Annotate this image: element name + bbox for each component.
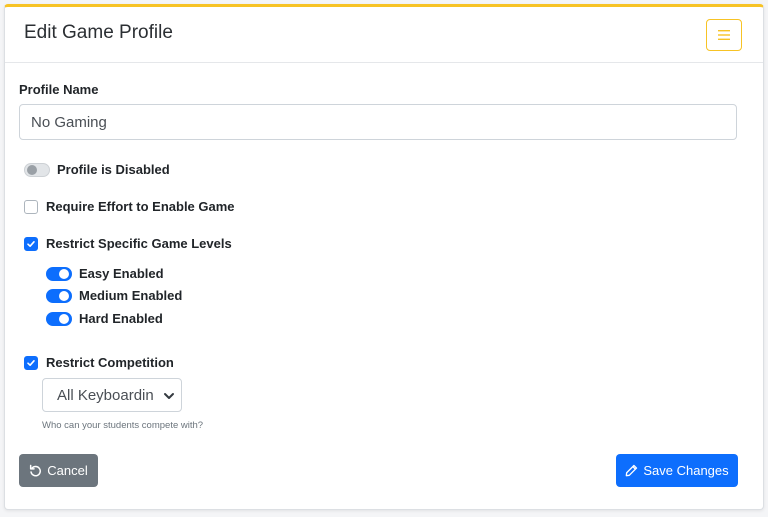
profile-name-label: Profile Name (19, 82, 99, 97)
require-effort-checkbox[interactable] (24, 200, 38, 214)
save-label: Save Changes (643, 463, 729, 478)
card-header: Edit Game Profile (5, 7, 763, 63)
restrict-competition-label: Restrict Competition (46, 355, 174, 370)
medium-label: Medium Enabled (79, 288, 183, 303)
profile-name-input[interactable] (19, 104, 737, 140)
easy-toggle[interactable] (46, 267, 72, 281)
cancel-button[interactable]: Cancel (19, 454, 98, 487)
save-changes-button[interactable]: Save Changes (616, 454, 738, 487)
restrict-levels-label: Restrict Specific Game Levels (46, 236, 232, 251)
undo-icon (30, 464, 42, 477)
competition-select-value: All Keyboardin (57, 386, 154, 404)
edit-profile-card: Edit Game Profile (4, 4, 764, 510)
check-icon (27, 360, 35, 366)
competition-help-text: Who can your students compete with? (42, 420, 204, 431)
profile-disabled-label: Profile is Disabled (57, 162, 170, 177)
pencil-icon (626, 464, 638, 477)
hamburger-icon (718, 30, 730, 40)
profile-disabled-toggle[interactable] (24, 163, 50, 177)
require-effort-label: Require Effort to Enable Game (46, 199, 235, 214)
page-title: Edit Game Profile (24, 22, 173, 43)
medium-toggle[interactable] (46, 289, 72, 303)
competition-select[interactable]: All Keyboardin (42, 378, 182, 412)
restrict-competition-checkbox[interactable] (24, 356, 38, 370)
chevron-down-icon (164, 393, 174, 399)
hard-toggle[interactable] (46, 312, 72, 326)
easy-label: Easy Enabled (79, 266, 164, 281)
menu-button[interactable] (706, 19, 742, 51)
restrict-levels-checkbox[interactable] (24, 237, 38, 251)
check-icon (27, 241, 35, 247)
cancel-label: Cancel (47, 463, 88, 478)
hard-label: Hard Enabled (79, 311, 163, 326)
